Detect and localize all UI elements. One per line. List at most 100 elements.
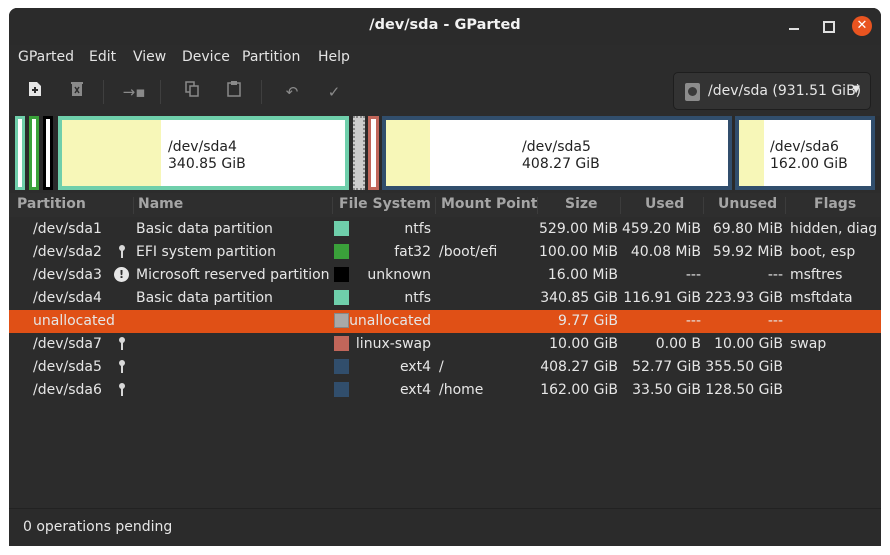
fs-cell: ext4 [399, 382, 431, 398]
key-icon [117, 245, 127, 259]
disk-map: /dev/sda4 340.85 GiB /dev/sda5 408.27 Gi… [9, 116, 881, 190]
fs-cell: fat32 [394, 244, 431, 260]
partition-cell: /dev/sda2 [33, 244, 102, 260]
map-partition-sda5[interactable]: /dev/sda5 408.27 GiB [382, 116, 732, 190]
unused-cell: 59.92 MiB [712, 244, 783, 260]
menu-gparted[interactable]: GParted [18, 49, 74, 65]
fs-cell: unknown [367, 267, 431, 283]
used-cell: 52.77 GiB [632, 359, 701, 375]
mount-cell: / [439, 359, 444, 375]
fs-color-swatch [334, 382, 349, 397]
map-partition-sda2[interactable] [29, 116, 39, 190]
table-row[interactable]: /dev/sda3 ! Microsoft reserved partition… [9, 264, 881, 287]
menu-bar: GParted Edit View Device Partition Help [9, 47, 881, 69]
map-partition-sda1[interactable] [15, 116, 25, 190]
menu-edit[interactable]: Edit [89, 49, 116, 65]
unused-cell: 223.93 GiB [705, 290, 783, 306]
device-selector[interactable]: /dev/sda (931.51 GiB) ▼ [673, 72, 871, 110]
paste-icon[interactable] [222, 80, 246, 104]
flags-cell: msftdata [790, 290, 853, 306]
size-cell: 408.27 GiB [540, 359, 618, 375]
column-separator [785, 197, 786, 214]
column-partition[interactable]: Partition [17, 196, 86, 212]
copy-icon[interactable] [180, 80, 204, 104]
column-used[interactable]: Used [645, 196, 684, 212]
undo-icon[interactable]: ↶ [280, 80, 304, 104]
fs-color-swatch [334, 336, 349, 351]
menu-device[interactable]: Device [182, 49, 230, 65]
minimize-button[interactable] [784, 16, 804, 36]
fs-cell: ext4 [399, 359, 431, 375]
menu-help[interactable]: Help [318, 49, 350, 65]
size-cell: 10.00 GiB [549, 336, 618, 352]
close-button[interactable]: ✕ [852, 16, 872, 36]
column-separator [620, 197, 621, 214]
fs-color-swatch [334, 313, 349, 328]
column-file-system[interactable]: File System [339, 196, 431, 212]
map-partition-sda3[interactable] [43, 116, 53, 190]
used-cell: 40.08 MiB [630, 244, 701, 260]
column-flags[interactable]: Flags [814, 196, 856, 212]
size-cell: 16.00 MiB [547, 267, 618, 283]
size-cell: 340.85 GiB [540, 290, 618, 306]
used-space-fill [62, 120, 161, 186]
resize-move-icon[interactable]: →▪ [122, 80, 146, 104]
table-row-selected[interactable]: unallocated unallocated 9.77 GiB --- --- [9, 310, 881, 333]
size-cell: 162.00 GiB [540, 382, 618, 398]
column-unused[interactable]: Unused [718, 196, 777, 212]
column-mount-point[interactable]: Mount Point [441, 196, 537, 212]
unused-cell: --- [767, 267, 783, 283]
fs-cell: ntfs [404, 290, 431, 306]
table-row[interactable]: /dev/sda6 ext4 /home 162.00 GiB 33.50 Gi… [9, 379, 881, 402]
maximize-button[interactable] [818, 16, 838, 36]
column-separator [332, 197, 333, 214]
toolbar-separator [261, 80, 262, 104]
hard-disk-icon [685, 83, 700, 101]
table-row[interactable]: /dev/sda5 ext4 / 408.27 GiB 52.77 GiB 35… [9, 356, 881, 379]
apply-icon[interactable]: ✓ [322, 80, 346, 104]
table-row[interactable]: /dev/sda7 linux-swap 10.00 GiB 0.00 B 10… [9, 333, 881, 356]
partition-cell: /dev/sda5 [33, 359, 102, 375]
map-partition-sda6[interactable]: /dev/sda6 162.00 GiB [735, 116, 875, 190]
column-separator [537, 197, 538, 214]
flags-cell: swap [790, 336, 827, 352]
name-cell: Microsoft reserved partition [136, 267, 330, 283]
partition-cell: /dev/sda1 [33, 221, 102, 237]
mount-cell: /home [439, 382, 484, 398]
used-cell: 0.00 B [655, 336, 701, 352]
partition-cell: unallocated [33, 313, 115, 329]
used-space-fill [739, 120, 764, 186]
map-partition-size: 162.00 GiB [770, 156, 848, 172]
key-icon [117, 337, 127, 351]
status-text: 0 operations pending [23, 519, 173, 535]
used-cell: 459.20 MiB [621, 221, 701, 237]
name-cell: Basic data partition [136, 290, 273, 306]
used-cell: 116.91 GiB [623, 290, 701, 306]
map-partition-sda7[interactable] [368, 116, 379, 190]
fs-color-swatch [334, 267, 349, 282]
table-row[interactable]: /dev/sda2 EFI system partition fat32 /bo… [9, 241, 881, 264]
window-title: /dev/sda - GParted [369, 17, 521, 33]
fs-cell: ntfs [404, 221, 431, 237]
map-unallocated[interactable] [353, 116, 365, 190]
menu-partition[interactable]: Partition [242, 49, 300, 65]
chevron-down-icon: ▼ [852, 84, 860, 95]
toolbar-separator [160, 80, 161, 104]
used-cell: --- [685, 267, 701, 283]
name-cell: Basic data partition [136, 221, 273, 237]
delete-partition-icon[interactable] [65, 80, 89, 104]
flags-cell: boot, esp [790, 244, 856, 260]
map-partition-sda4[interactable]: /dev/sda4 340.85 GiB [58, 116, 349, 190]
title-bar[interactable]: /dev/sda - GParted ✕ [9, 8, 881, 45]
column-separator [703, 197, 704, 214]
menu-view[interactable]: View [133, 49, 166, 65]
key-icon [117, 360, 127, 374]
new-partition-icon[interactable] [23, 80, 47, 104]
status-bar: 0 operations pending [9, 508, 881, 546]
table-row[interactable]: /dev/sda1 Basic data partition ntfs 529.… [9, 218, 881, 241]
partition-cell: /dev/sda7 [33, 336, 102, 352]
column-separator [435, 197, 436, 214]
table-row[interactable]: /dev/sda4 Basic data partition ntfs 340.… [9, 287, 881, 310]
column-size[interactable]: Size [565, 196, 598, 212]
column-name[interactable]: Name [138, 196, 183, 212]
